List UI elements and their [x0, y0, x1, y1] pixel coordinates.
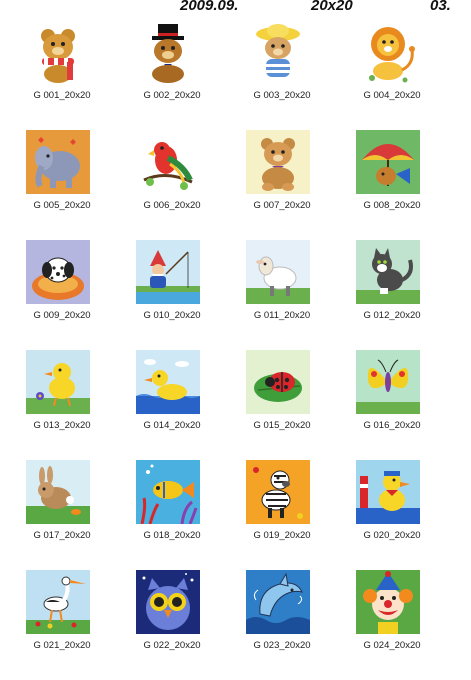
product-row: G 001_20x20 G 002_20x20 G 003_20x20 G 004_2…: [22, 20, 462, 130]
product-code: G 013_20x20: [33, 420, 91, 431]
duckling-flower-icon[interactable]: [26, 350, 90, 414]
product-code: G 014_20x20: [143, 420, 201, 431]
product-code: G 009_20x20: [33, 310, 91, 321]
product-code: G 015_20x20: [253, 420, 311, 431]
product-code: G 012_20x20: [363, 310, 421, 321]
product-item[interactable]: G 012_20x20: [352, 240, 462, 350]
product-row: G 009_20x20 G 010_20x20 G 011_20x20 G 012_2…: [22, 240, 462, 350]
owl-icon[interactable]: [136, 570, 200, 634]
product-code: G 008_20x20: [363, 200, 421, 211]
product-code: G 016_20x20: [363, 420, 421, 431]
product-item[interactable]: G 011_20x20: [242, 240, 352, 350]
product-item[interactable]: G 006_20x20: [132, 130, 242, 240]
butterfly-icon[interactable]: [356, 350, 420, 414]
dalmatian-icon[interactable]: [26, 240, 90, 304]
teddy-bear-scarf-icon[interactable]: [26, 20, 90, 84]
product-item[interactable]: G 009_20x20: [22, 240, 132, 350]
product-code: G 011_20x20: [253, 310, 311, 321]
product-item[interactable]: G 022_20x20: [132, 570, 242, 680]
product-item[interactable]: G 020_20x20: [352, 460, 462, 570]
catalog-size: 20x20: [311, 0, 353, 14]
product-item[interactable]: G 024_20x20: [352, 570, 462, 680]
product-item[interactable]: G 014_20x20: [132, 350, 242, 460]
product-item[interactable]: G 015_20x20: [242, 350, 352, 460]
product-item[interactable]: G 008_20x20: [352, 130, 462, 240]
product-item[interactable]: G 010_20x20: [132, 240, 242, 350]
product-code: G 002_20x20: [143, 90, 201, 101]
teddy-bear-tophat-icon[interactable]: [136, 20, 200, 84]
product-item[interactable]: G 001_20x20: [22, 20, 132, 130]
product-item[interactable]: G 002_20x20: [132, 20, 242, 130]
product-item[interactable]: G 013_20x20: [22, 350, 132, 460]
product-code: G 004_20x20: [363, 90, 421, 101]
product-code: G 021_20x20: [33, 640, 91, 651]
product-row: G 013_20x20 G 014_20x20 G 015_20x20 G 016_2…: [22, 350, 462, 460]
product-code: G 019_20x20: [253, 530, 311, 541]
product-item[interactable]: G 019_20x20: [242, 460, 352, 570]
cat-icon[interactable]: [356, 240, 420, 304]
product-code: G 023_20x20: [253, 640, 311, 651]
product-code: G 006_20x20: [143, 200, 201, 211]
catalog-page: 03.: [430, 0, 451, 14]
dolphin-icon[interactable]: [246, 570, 310, 634]
duck-water-icon[interactable]: [136, 350, 200, 414]
product-code: G 007_20x20: [253, 200, 311, 211]
product-row: G 005_20x20 G 006_20x20 G 007_20x20 G 008_2…: [22, 130, 462, 240]
product-code: G 003_20x20: [253, 90, 311, 101]
parrot-icon[interactable]: [136, 130, 200, 194]
product-item[interactable]: G 017_20x20: [22, 460, 132, 570]
duck-sailor-icon[interactable]: [356, 460, 420, 524]
zebra-icon[interactable]: [246, 460, 310, 524]
gnome-fishing-icon[interactable]: [136, 240, 200, 304]
fish-coral-icon[interactable]: [136, 460, 200, 524]
bear-umbrella-icon[interactable]: [356, 130, 420, 194]
elephant-icon[interactable]: [26, 130, 90, 194]
rabbit-icon[interactable]: [26, 460, 90, 524]
product-item[interactable]: G 004_20x20: [352, 20, 462, 130]
product-item[interactable]: G 018_20x20: [132, 460, 242, 570]
ladybug-icon[interactable]: [246, 350, 310, 414]
product-row: G 021_20x20 G 022_20x20 G 023_20x20 G 024_2…: [22, 570, 462, 680]
product-code: G 018_20x20: [143, 530, 201, 541]
teddy-bear-sitting-icon[interactable]: [246, 130, 310, 194]
product-code: G 005_20x20: [33, 200, 91, 211]
product-item[interactable]: G 005_20x20: [22, 130, 132, 240]
product-row: G 017_20x20 G 018_20x20 G 019_20x20 G 020_2…: [22, 460, 462, 570]
teddy-bear-sunhat-icon[interactable]: [246, 20, 310, 84]
lamb-icon[interactable]: [246, 240, 310, 304]
product-code: G 010_20x20: [143, 310, 201, 321]
product-item[interactable]: G 003_20x20: [242, 20, 352, 130]
product-code: G 020_20x20: [363, 530, 421, 541]
product-item[interactable]: G 007_20x20: [242, 130, 352, 240]
stork-icon[interactable]: [26, 570, 90, 634]
clown-icon[interactable]: [356, 570, 420, 634]
product-item[interactable]: G 023_20x20: [242, 570, 352, 680]
product-code: G 022_20x20: [143, 640, 201, 651]
product-code: G 024_20x20: [363, 640, 421, 651]
product-item[interactable]: G 021_20x20: [22, 570, 132, 680]
product-item[interactable]: G 016_20x20: [352, 350, 462, 460]
product-code: G 017_20x20: [33, 530, 91, 541]
lion-icon[interactable]: [356, 20, 420, 84]
catalog-date: 2009.09.: [180, 0, 239, 14]
product-grid: G 001_20x20 G 002_20x20 G 003_20x20 G 004_2…: [22, 20, 462, 680]
product-code: G 001_20x20: [33, 90, 91, 101]
